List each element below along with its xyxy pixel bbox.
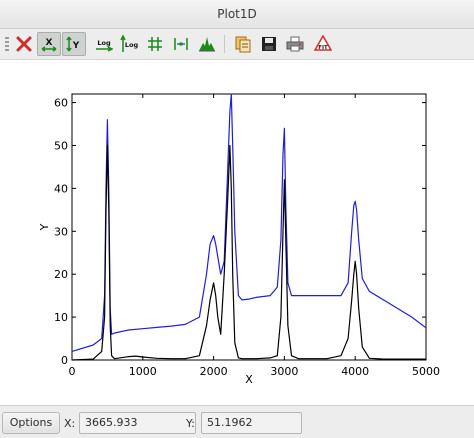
autoscale-x-label: X (46, 38, 53, 48)
curve-style-button[interactable] (169, 32, 193, 56)
red-x-icon (16, 36, 32, 52)
autoscale-x-icon: X (41, 38, 57, 52)
print-button[interactable] (283, 32, 307, 56)
x-tick-label: 3000 (270, 365, 298, 378)
toolbar-grip[interactable] (5, 37, 9, 53)
autoscale-y-button[interactable]: Y (62, 32, 86, 56)
y-tick-label: 30 (54, 225, 68, 238)
x-tick-label: 0 (69, 365, 76, 378)
log-y-button[interactable]: Log (117, 32, 141, 56)
y-axis-label: Y (38, 223, 51, 231)
x-tick-label: 1000 (129, 365, 157, 378)
y-tick-label: 10 (54, 311, 68, 324)
y-coordinate-field[interactable]: 51.1962 (201, 412, 302, 434)
log-y-label: Log (125, 41, 138, 49)
log-x-icon: Log (96, 39, 113, 52)
copy-button[interactable] (231, 32, 255, 56)
autoscale-y-icon: Y (66, 36, 80, 52)
x-coordinate-label: X: (64, 417, 76, 430)
x-tick-label: 2000 (200, 365, 228, 378)
autoscale-x-button[interactable]: X (37, 32, 61, 56)
log-x-button[interactable]: Log (92, 32, 116, 56)
y-coordinate-label: Y: (186, 417, 195, 430)
save-icon (262, 37, 276, 51)
curve-style-icon (174, 38, 188, 50)
toolbar-separator (224, 35, 225, 53)
x-coordinate-field[interactable]: 3665.933 (79, 412, 196, 434)
x-tick-label: 4000 (341, 365, 369, 378)
copy-icon (235, 36, 251, 53)
y-tick-label: 60 (54, 97, 68, 110)
options-button[interactable]: Options (2, 412, 60, 434)
grid-icon (148, 37, 162, 51)
save-button[interactable] (257, 32, 281, 56)
log-y-icon: Log (120, 35, 138, 52)
histogram-icon (199, 37, 215, 52)
grid-button[interactable] (143, 32, 167, 56)
fit-label: FIT (318, 45, 328, 51)
y-tick-label: 0 (61, 354, 68, 367)
y-tick-label: 40 (54, 182, 68, 195)
y-tick-label: 50 (54, 139, 68, 152)
histogram-button[interactable] (195, 32, 219, 56)
autoscale-y-label: Y (72, 41, 80, 51)
axes-frame (71, 93, 427, 361)
clear-button[interactable] (12, 32, 36, 56)
y-tick-label: 20 (54, 268, 68, 281)
status-bar: Options X: 3665.933 Y: 51.1962 (0, 405, 474, 438)
plot-area[interactable]: 0 1000 2000 3000 4000 5000 0 10 20 30 40 50 60 X Y (0, 60, 474, 405)
log-x-label: Log (97, 39, 111, 47)
x-tick-label: 5000 (412, 365, 440, 378)
window-title: Plot1D (217, 7, 257, 21)
fit-button[interactable]: FIT (311, 32, 335, 56)
toolbar: X Y Log Log FIT (0, 29, 474, 60)
window-titlebar: Plot1D (0, 0, 474, 29)
chart-canvas[interactable]: 0 1000 2000 3000 4000 5000 0 10 20 30 40 50 60 X Y (0, 60, 474, 405)
x-axis-label: X (245, 373, 253, 386)
fit-icon: FIT (314, 35, 332, 51)
print-icon (286, 36, 304, 52)
